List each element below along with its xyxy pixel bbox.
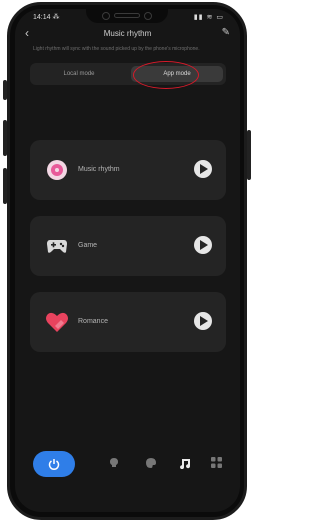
- camera-icon: [102, 12, 110, 20]
- side-button-power: [247, 130, 251, 180]
- play-icon: [200, 164, 208, 174]
- disc-icon: [47, 160, 67, 180]
- mode-card-music-rhythm[interactable]: Music rhythm: [30, 140, 226, 200]
- heart-icon: [46, 312, 68, 332]
- play-button[interactable]: [194, 160, 212, 178]
- side-button-volume-down: [3, 168, 7, 204]
- mode-label: Romance: [78, 318, 108, 325]
- mode-card-romance[interactable]: Romance: [30, 292, 226, 352]
- gamepad-icon: [47, 240, 67, 253]
- notch: [86, 9, 168, 23]
- mode-label: Music rhythm: [78, 166, 120, 173]
- music-icon[interactable]: [179, 457, 191, 469]
- sensor-icon: [144, 12, 152, 20]
- play-button[interactable]: [194, 312, 212, 330]
- page-title: Music rhythm: [103, 29, 152, 38]
- bottom-dock: [27, 449, 227, 485]
- mode-label: Game: [78, 242, 98, 249]
- header: ‹ Music rhythm ✎: [15, 25, 240, 45]
- speaker-icon: [114, 13, 140, 18]
- tab-local-mode[interactable]: Local mode: [33, 66, 125, 82]
- palette-icon[interactable]: [145, 457, 157, 469]
- power-button[interactable]: [33, 451, 75, 477]
- edit-button[interactable]: ✎: [222, 27, 230, 38]
- play-button[interactable]: [194, 236, 212, 254]
- highlight-ring: [133, 61, 199, 89]
- status-time: 14:14 ⁂: [33, 14, 60, 21]
- side-button-mute: [3, 80, 7, 100]
- mode-card-game[interactable]: Game: [30, 216, 226, 276]
- play-icon: [200, 240, 208, 250]
- grid-icon[interactable]: [211, 457, 222, 468]
- status-icons: ▮▮ ≋ ▭: [193, 14, 224, 21]
- power-icon: [48, 459, 60, 470]
- bulb-icon[interactable]: [109, 457, 119, 469]
- side-button-volume-up: [3, 120, 7, 156]
- play-icon: [200, 316, 208, 326]
- description-text: Light rhythm will sync with the sound pi…: [33, 46, 200, 52]
- phone-screen: 14:14 ⁂ ▮▮ ≋ ▭ ‹ Music rhythm ✎ Light rh…: [15, 9, 240, 512]
